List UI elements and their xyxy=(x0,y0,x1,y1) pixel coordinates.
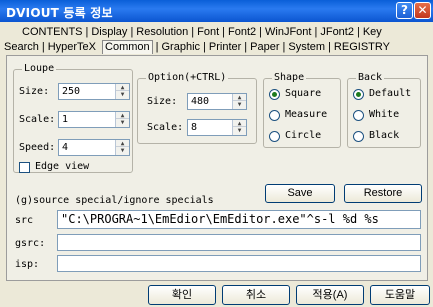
loupe-scale-label: Scale: xyxy=(19,114,56,125)
save-button[interactable]: Save xyxy=(265,184,335,203)
tab-registry[interactable]: REGISTRY xyxy=(334,41,390,54)
loupe-size-spinner[interactable]: 250 ▲ ▼ xyxy=(58,83,130,100)
shape-circle-radio[interactable] xyxy=(269,131,280,142)
option-scale-value: 8 xyxy=(191,122,198,133)
tab-winjfont[interactable]: WinJFont xyxy=(265,26,311,39)
spin-up-icon[interactable]: ▲ xyxy=(233,120,246,127)
loupe-size-label: Size: xyxy=(19,86,50,97)
back-group: Back Default White Black xyxy=(347,72,421,148)
tab-common[interactable]: Common xyxy=(102,40,153,54)
tab-row-1: CONTENTS | Display | Resolution | Font | Font2 | W… xyxy=(22,26,382,39)
title-bar: DVIOUT 등록 정보 ? ✕ xyxy=(0,0,433,22)
tab-printer[interactable]: Printer xyxy=(209,41,241,54)
tab-system[interactable]: System xyxy=(288,41,325,54)
back-legend: Back xyxy=(356,72,385,83)
window-title: DVIOUT 등록 정보 xyxy=(6,6,113,20)
loupe-speed-value: 4 xyxy=(62,142,69,153)
tab-font2[interactable]: Font2 xyxy=(228,26,256,39)
close-icon[interactable]: ✕ xyxy=(414,2,431,19)
spin-down-icon[interactable]: ▼ xyxy=(116,147,129,154)
option-scale-spinner[interactable]: 8 ▲ ▼ xyxy=(187,119,247,136)
tab-font[interactable]: Font xyxy=(197,26,219,39)
tab-jfont2[interactable]: JFont2 xyxy=(320,26,354,39)
tab-hypertex[interactable]: HyperTeX xyxy=(48,41,96,54)
src-input-value: "C:\PROGRA~1\EmEdior\EmEditor.exe"^s-l %… xyxy=(61,212,379,226)
src-input[interactable]: "C:\PROGRA~1\EmEdior\EmEditor.exe"^s-l %… xyxy=(57,210,421,229)
spin-down-icon[interactable]: ▼ xyxy=(233,101,246,108)
help-button[interactable]: 도움말 xyxy=(370,285,430,305)
tab-contents[interactable]: CONTENTS xyxy=(22,26,83,39)
apply-button[interactable]: 적용(A) xyxy=(296,285,364,305)
option-legend: Option(+CTRL) xyxy=(146,72,229,83)
tab-key[interactable]: Key xyxy=(363,26,382,39)
tab-search[interactable]: Search xyxy=(4,41,39,54)
gsrc-input[interactable] xyxy=(57,234,421,251)
back-white-radio[interactable] xyxy=(353,110,364,121)
src-label: src xyxy=(15,215,34,226)
option-group: Option(+CTRL) Size: 480 ▲ ▼ Scale: 8 ▲ ▼ xyxy=(137,72,257,144)
shape-legend: Shape xyxy=(272,72,307,83)
back-black-label: Black xyxy=(369,130,400,141)
shape-square-label: Square xyxy=(285,88,322,99)
edge-view-checkbox[interactable] xyxy=(19,162,30,173)
shape-measure-label: Measure xyxy=(285,109,328,120)
shape-measure-radio[interactable] xyxy=(269,110,280,121)
tab-graphic[interactable]: Graphic xyxy=(162,41,201,54)
back-default-radio[interactable] xyxy=(353,89,364,100)
common-tab-panel: Loupe Size: 250 ▲ ▼ Scale: 1 ▲ ▼ Speed: 4 … xyxy=(6,55,428,281)
back-white-label: White xyxy=(369,109,400,120)
tab-display[interactable]: Display xyxy=(91,26,127,39)
loupe-group: Loupe Size: 250 ▲ ▼ Scale: 1 ▲ ▼ Speed: 4 … xyxy=(13,63,133,173)
shape-group: Shape Square Measure Circle xyxy=(263,72,341,148)
loupe-legend: Loupe xyxy=(22,63,57,74)
spin-up-icon[interactable]: ▲ xyxy=(116,140,129,147)
ok-button[interactable]: 확인 xyxy=(148,285,216,305)
shape-square-radio[interactable] xyxy=(269,89,280,100)
tab-resolution[interactable]: Resolution xyxy=(136,26,188,39)
option-scale-label: Scale: xyxy=(147,122,184,133)
restore-button[interactable]: Restore xyxy=(344,184,422,203)
option-size-label: Size: xyxy=(147,96,178,107)
spin-up-icon[interactable]: ▲ xyxy=(116,84,129,91)
loupe-size-value: 250 xyxy=(62,86,81,97)
edge-view-label: Edge view xyxy=(35,161,90,172)
spin-down-icon[interactable]: ▼ xyxy=(116,119,129,126)
back-black-radio[interactable] xyxy=(353,131,364,142)
loupe-scale-value: 1 xyxy=(62,114,69,125)
spin-down-icon[interactable]: ▼ xyxy=(116,91,129,98)
gsrc-label: gsrc: xyxy=(15,238,46,249)
isp-label: isp: xyxy=(15,259,40,270)
spin-down-icon[interactable]: ▼ xyxy=(233,127,246,134)
tab-row-2: Search | HyperTeX Common | Graphic | Printer | P… xyxy=(4,40,390,54)
isp-input[interactable] xyxy=(57,255,421,272)
back-default-label: Default xyxy=(369,88,412,99)
specials-label: (g)source special/ignore specials xyxy=(15,195,214,206)
option-size-value: 480 xyxy=(191,96,210,107)
cancel-button[interactable]: 취소 xyxy=(222,285,290,305)
loupe-scale-spinner[interactable]: 1 ▲ ▼ xyxy=(58,111,130,128)
spin-up-icon[interactable]: ▲ xyxy=(116,112,129,119)
tab-paper[interactable]: Paper xyxy=(250,41,279,54)
option-size-spinner[interactable]: 480 ▲ ▼ xyxy=(187,93,247,110)
loupe-speed-label: Speed: xyxy=(19,142,56,153)
spin-up-icon[interactable]: ▲ xyxy=(233,94,246,101)
loupe-speed-spinner[interactable]: 4 ▲ ▼ xyxy=(58,139,130,156)
shape-circle-label: Circle xyxy=(285,130,322,141)
help-icon[interactable]: ? xyxy=(396,2,413,19)
